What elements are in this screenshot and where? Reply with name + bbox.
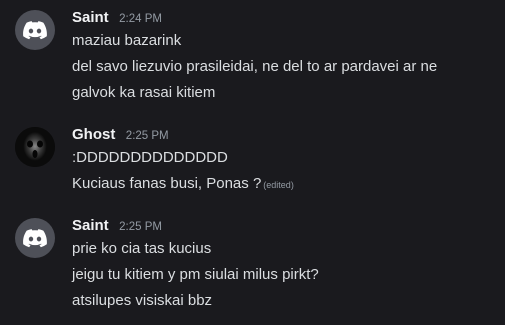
message-text: galvok ka rasai kitiem (72, 84, 216, 101)
message-text: maziau bazarink (72, 32, 182, 49)
ghost-face-icon (15, 127, 55, 167)
message-header: Saint 2:25 PM (72, 217, 162, 235)
discord-logo-icon (23, 20, 47, 39)
message-text: :DDDDDDDDDDDDDD (72, 149, 228, 166)
username[interactable]: Saint (72, 9, 109, 26)
message-text: jeigu tu kitiem y pm siulai milus pirkt? (72, 266, 319, 283)
message-text: atsilupes visiskai bbz (72, 292, 213, 309)
message-header: Ghost 2:25 PM (72, 126, 169, 144)
message-body: Kuciaus fanas busi, Ponas ? (72, 175, 262, 192)
message-header: Saint 2:24 PM (72, 9, 162, 27)
avatar[interactable] (15, 218, 55, 258)
message-text: Kuciaus fanas busi, Ponas ? (edited) (72, 175, 294, 192)
timestamp: 2:25 PM (125, 130, 169, 142)
timestamp: 2:25 PM (119, 221, 162, 233)
username[interactable]: Ghost (72, 126, 115, 143)
avatar[interactable] (15, 10, 55, 50)
message-text: del savo liezuvio prasileidai, ne del to… (72, 58, 438, 75)
avatar[interactable] (15, 127, 55, 167)
username[interactable]: Saint (72, 217, 109, 234)
discord-logo-icon (23, 228, 47, 247)
chat-messages: Saint 2:24 PM maziau bazarink del savo l… (0, 0, 505, 325)
timestamp: 2:24 PM (119, 13, 162, 25)
message-text: prie ko cia tas kucius (72, 240, 212, 257)
edited-label: (edited) (263, 180, 294, 190)
